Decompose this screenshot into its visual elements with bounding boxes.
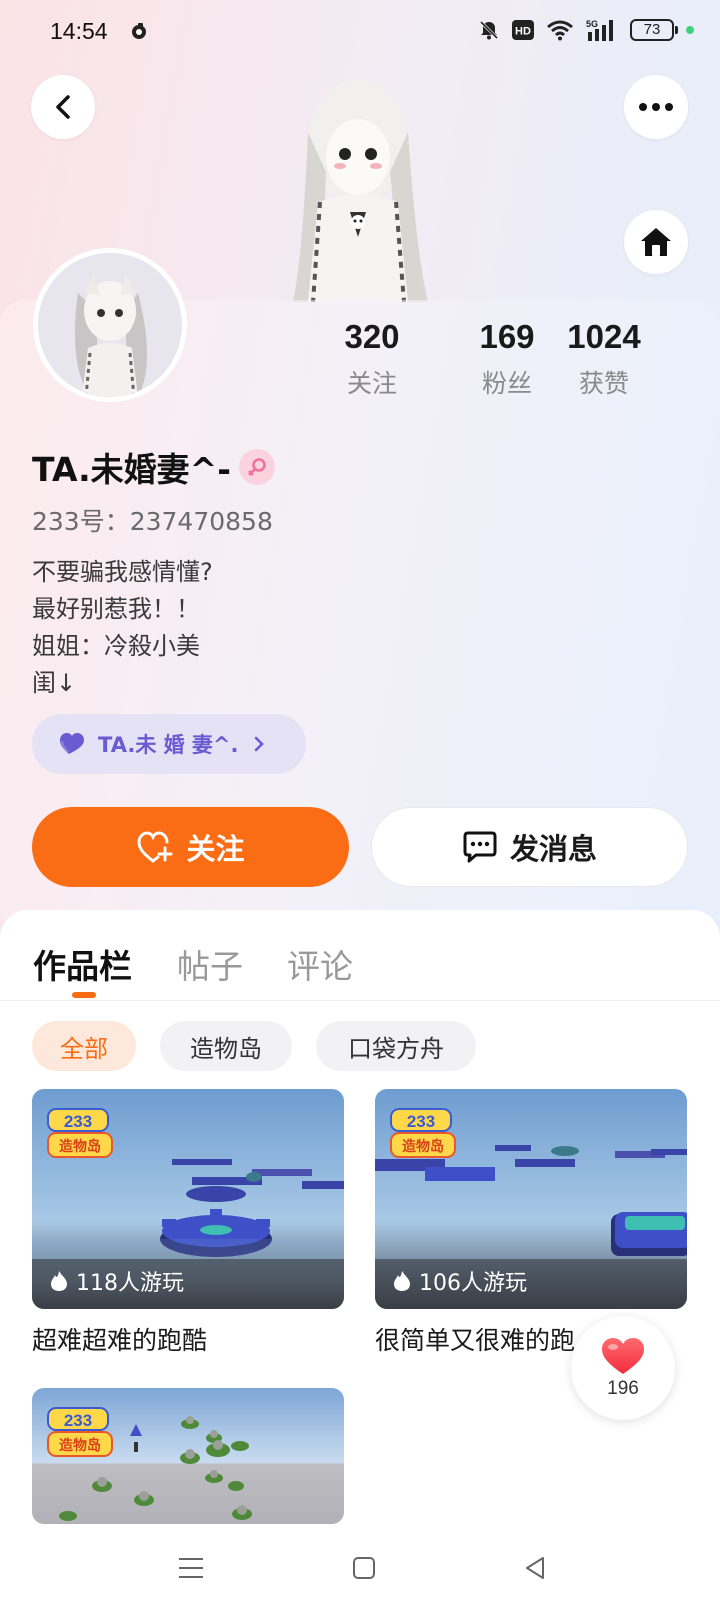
status-time: 14:54 <box>50 18 108 44</box>
bio-line: 闺↓ <box>32 669 77 697</box>
svg-text:233: 233 <box>64 1112 92 1131</box>
likes-count: 1024 <box>567 318 641 355</box>
work-thumbnail: 233 造物岛 118人游玩 <box>32 1089 344 1309</box>
233-island-badge: 233 造物岛 <box>47 1108 113 1158</box>
battery-level: 73 <box>630 19 674 41</box>
heart-icon <box>602 1338 644 1374</box>
nav-home-button[interactable] <box>349 1553 379 1583</box>
likes-label: 获赞 <box>578 369 629 398</box>
work-thumbnail: 233 造物岛 106人游玩 <box>375 1089 687 1309</box>
more-button[interactable] <box>624 75 688 139</box>
filter-chip-island[interactable]: 造物岛 <box>160 1021 292 1071</box>
follow-button[interactable]: 关注 <box>32 807 349 887</box>
relationship-chip-label: TA.未 婚 妻^. <box>98 733 239 757</box>
status-bar: 14:54 HD 5G 73 <box>0 0 720 64</box>
back-triangle-icon <box>526 1557 544 1579</box>
filter-chip-ark[interactable]: 口袋方舟 <box>316 1021 476 1071</box>
female-icon <box>238 449 275 485</box>
work-title: 超难超难的跑酷 <box>32 1326 208 1355</box>
nav-back-button[interactable] <box>520 1553 550 1583</box>
avatar-image <box>38 253 182 397</box>
hd-icon: HD <box>512 20 534 40</box>
active-tab-indicator <box>72 992 96 998</box>
stat-likes[interactable]: 1024 获赞 <box>534 318 674 400</box>
svg-text:造物岛: 造物岛 <box>59 1138 101 1155</box>
filter-chip-all[interactable]: 全部 <box>32 1021 136 1071</box>
menu-icon <box>179 1558 203 1578</box>
notification-app-icon <box>132 23 146 39</box>
svg-text:造物岛: 造物岛 <box>402 1138 444 1155</box>
profile-character-image <box>293 80 428 302</box>
play-count-text: 106人游玩 <box>419 1271 527 1296</box>
follow-button-label: 关注 <box>186 832 245 866</box>
home-square-icon <box>353 1557 375 1579</box>
like-float-button[interactable]: 196 <box>571 1316 675 1420</box>
relationship-chip[interactable]: TA.未 婚 妻^. <box>32 714 306 774</box>
tab-divider <box>0 1000 720 1001</box>
chat-bubble-icon <box>463 831 497 863</box>
more-dots-icon <box>639 103 673 111</box>
play-count: 118人游玩 <box>50 1265 184 1297</box>
home-icon <box>641 228 671 256</box>
bio-line: 姐姐：冷殺小美 <box>32 632 200 660</box>
following-count: 320 <box>344 318 400 355</box>
bio-line: 最好别惹我！！ <box>32 595 200 623</box>
play-count-text: 118人游玩 <box>76 1271 184 1296</box>
message-button-label: 发消息 <box>509 832 597 866</box>
avatar[interactable] <box>33 248 187 402</box>
silent-bell-icon <box>479 20 499 40</box>
heart-plus-icon <box>137 831 173 863</box>
back-button[interactable] <box>31 75 95 139</box>
back-arrow-icon <box>56 95 70 119</box>
233-island-badge: 233 造物岛 <box>47 1407 113 1457</box>
svg-text:233: 233 <box>407 1112 435 1131</box>
profile-page: 14:54 HD 5G 73 320 关注 169 粉丝 1024 获赞 TA.… <box>0 0 720 1612</box>
233-island-badge: 233 造物岛 <box>390 1108 456 1158</box>
play-count: 106人游玩 <box>393 1265 527 1297</box>
work-card[interactable]: 233 造物岛 118人游玩 超难超难的跑酷 <box>32 1089 344 1357</box>
charging-dot <box>686 26 694 34</box>
status-icons: HD 5G 73 <box>478 18 694 42</box>
bio: 不要骗我感情懂? 最好别惹我！！ 姐姐：冷殺小美 闺↓ <box>32 554 213 702</box>
work-thumbnail: 233 造物岛 <box>32 1388 344 1524</box>
chevron-right-icon <box>254 736 264 752</box>
5g-signal-icon: 5G <box>586 19 613 41</box>
tab-works[interactable]: 作品栏 <box>33 940 132 988</box>
username-row: TA.未婚妻^- <box>32 443 275 491</box>
bio-line: 不要骗我感情懂? <box>32 558 213 586</box>
tab-comments[interactable]: 评论 <box>287 940 353 988</box>
following-label: 关注 <box>346 369 397 398</box>
work-card[interactable]: 233 造物岛 <box>32 1388 344 1524</box>
wifi-icon <box>547 20 573 41</box>
nav-menu-button[interactable] <box>176 1553 206 1583</box>
message-button[interactable]: 发消息 <box>371 807 688 887</box>
purple-heart-icon <box>60 733 84 754</box>
svg-text:5G: 5G <box>586 19 598 29</box>
work-card[interactable]: 233 造物岛 106人游玩 很简单又很难的跑 <box>375 1089 687 1357</box>
battery-icon: 73 <box>630 19 694 41</box>
flame-icon <box>394 1271 410 1291</box>
user-id: 233号：237470858 <box>32 507 273 536</box>
stat-following[interactable]: 320 关注 <box>302 318 442 400</box>
svg-text:233: 233 <box>64 1411 92 1430</box>
tab-posts[interactable]: 帖子 <box>177 940 243 988</box>
username: TA.未婚妻^- <box>32 450 231 489</box>
like-count: 196 <box>607 1378 639 1399</box>
svg-text:造物岛: 造物岛 <box>59 1437 101 1454</box>
home-button[interactable] <box>624 210 688 274</box>
svg-text:HD: HD <box>515 26 531 38</box>
flame-icon <box>51 1271 67 1291</box>
